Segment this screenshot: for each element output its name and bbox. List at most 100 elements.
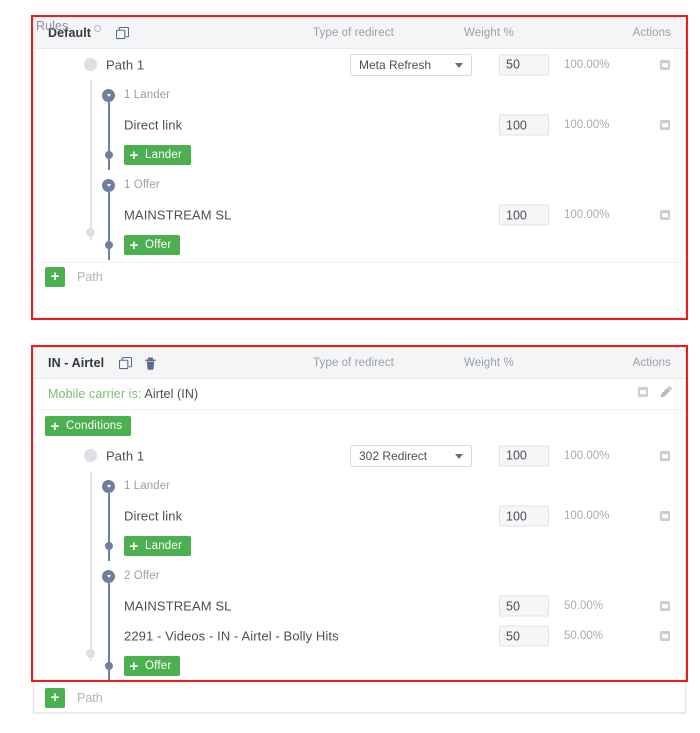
panel-title-airtel: IN - Airtel [48,356,105,370]
info-icon[interactable] [94,24,102,32]
row-item-offer-0: MAINSTREAM SL 100.00% [34,200,685,230]
collapse-toggle-icon[interactable] [102,88,115,102]
delete-icon[interactable] [659,630,671,642]
add-conditions-row: + Conditions [34,410,685,440]
rules-page: Rules Default Type of redirect Weight % … [0,0,700,733]
collapse-toggle-icon[interactable] [102,479,115,493]
add-lander-button[interactable]: + Lander [124,536,192,556]
collapse-toggle-icon[interactable] [102,569,115,583]
row-item-lander-0: Direct link 100.00% [34,110,685,140]
column-header-redirect: Type of redirect [313,27,394,39]
rule-panel-default: Default Type of redirect Weight % Action… [33,17,686,318]
path-spine-end-node [86,648,95,658]
add-path-button[interactable]: + [45,266,65,287]
group-label-offer: 1 Offer [124,179,160,191]
add-path-row-default: + Path [34,262,685,290]
add-lander-label: Lander [145,540,183,552]
row-group-lander: 1 Lander [34,80,685,110]
chevron-down-icon [455,62,463,68]
add-offer-wrap: + Offer [124,656,181,676]
edit-icon[interactable] [660,385,673,403]
column-header-redirect: Type of redirect [313,357,394,369]
item-name: MAINSTREAM SL [124,207,232,223]
row-add-offer: + Offer [34,230,685,260]
weight-percent-item: 50.00% [564,600,604,612]
add-path-label: Path [77,690,103,705]
add-path-button[interactable]: + [45,687,65,708]
row-add-lander: + Lander [34,531,685,561]
delete-icon[interactable] [659,59,671,71]
delete-icon[interactable] [659,209,671,221]
add-lander-wrap: + Lander [124,536,192,556]
row-add-offer: + Offer [34,651,685,681]
path-node[interactable] [84,58,97,71]
trash-icon[interactable] [143,356,157,370]
weight-percent-item: 100.00% [564,510,610,522]
row-group-offer: 1 Offer [34,170,685,200]
item-name: MAINSTREAM SL [124,598,232,614]
delete-icon[interactable] [659,450,671,462]
weight-input-item[interactable] [499,204,549,226]
group-connector-offer [107,192,110,260]
weight-percent-path: 100.00% [564,449,610,462]
path-spine [89,80,92,240]
condition-value: Airtel (IN) [144,387,199,401]
delete-icon[interactable] [659,510,671,522]
duplicate-icon[interactable] [118,356,132,370]
plus-icon: + [50,417,60,435]
weight-input-item[interactable] [499,625,549,647]
row-path-1: Path 1 302 Redirect 100.00% [34,440,685,471]
add-path-label: Path [77,269,103,284]
delete-icon[interactable] [659,600,671,612]
redirect-type-value: Meta Refresh [359,57,432,72]
condition-prefix: Mobile carrier is: [48,387,142,401]
collapse-toggle-icon[interactable] [102,178,115,192]
weight-input-item[interactable] [499,114,549,136]
weight-input-item[interactable] [499,505,549,527]
group-label-offer: 2 Offer [124,570,160,582]
add-offer-wrap: + Offer [124,235,181,255]
weight-input-path[interactable] [499,445,549,466]
row-path-1: Path 1 Meta Refresh 100.00% [34,49,685,80]
plus-icon: + [129,537,139,555]
condition-actions [637,379,673,409]
add-offer-button[interactable]: + Offer [124,656,181,676]
group-label-lander: 1 Lander [124,89,171,101]
add-lander-wrap: + Lander [124,145,192,165]
item-name: 2291 - Videos - IN - Airtel - Bolly Hits [124,628,339,644]
path-label: Path 1 [106,448,145,463]
row-group-lander: 1 Lander [34,471,685,501]
rule-panel-airtel: IN - Airtel Type of redirect Weight % Ac… [33,347,686,713]
column-header-actions: Actions [632,357,671,369]
redirect-type-select[interactable]: 302 Redirect [350,444,472,467]
add-conditions-button[interactable]: + Conditions [45,416,132,436]
duplicate-icon[interactable] [115,26,129,40]
path-node[interactable] [84,449,97,462]
plus-icon: + [129,236,139,254]
add-offer-label: Offer [145,660,172,672]
rules-label: Rules [36,19,69,33]
weight-input-item[interactable] [499,595,549,617]
delete-icon[interactable] [637,385,649,403]
redirect-type-value: 302 Redirect [359,448,428,463]
path-spine-end-node [86,227,95,237]
path-tree-default: Path 1 Meta Refresh 100.00% 1 Lander Dir… [34,49,685,262]
group-end-node [104,151,113,159]
column-header-weight: Weight % [464,27,514,39]
weight-percent-item: 100.00% [564,119,610,131]
panel-header-default: Default Type of redirect Weight % Action… [34,18,685,49]
add-lander-button[interactable]: + Lander [124,145,192,165]
add-path-row-airtel: + Path [34,683,685,711]
add-offer-label: Offer [145,239,172,251]
redirect-type-select[interactable]: Meta Refresh [350,53,472,76]
weight-input-path[interactable] [499,54,549,75]
delete-icon[interactable] [659,119,671,131]
path-spine [89,471,92,661]
add-offer-button[interactable]: + Offer [124,235,181,255]
row-item-offer-1: 2291 - Videos - IN - Airtel - Bolly Hits… [34,621,685,651]
group-end-node [104,241,113,249]
column-header-weight: Weight % [464,357,514,369]
condition-row: Mobile carrier is: Airtel (IN) [34,379,685,410]
item-name: Direct link [124,508,183,524]
group-end-node [104,542,113,550]
